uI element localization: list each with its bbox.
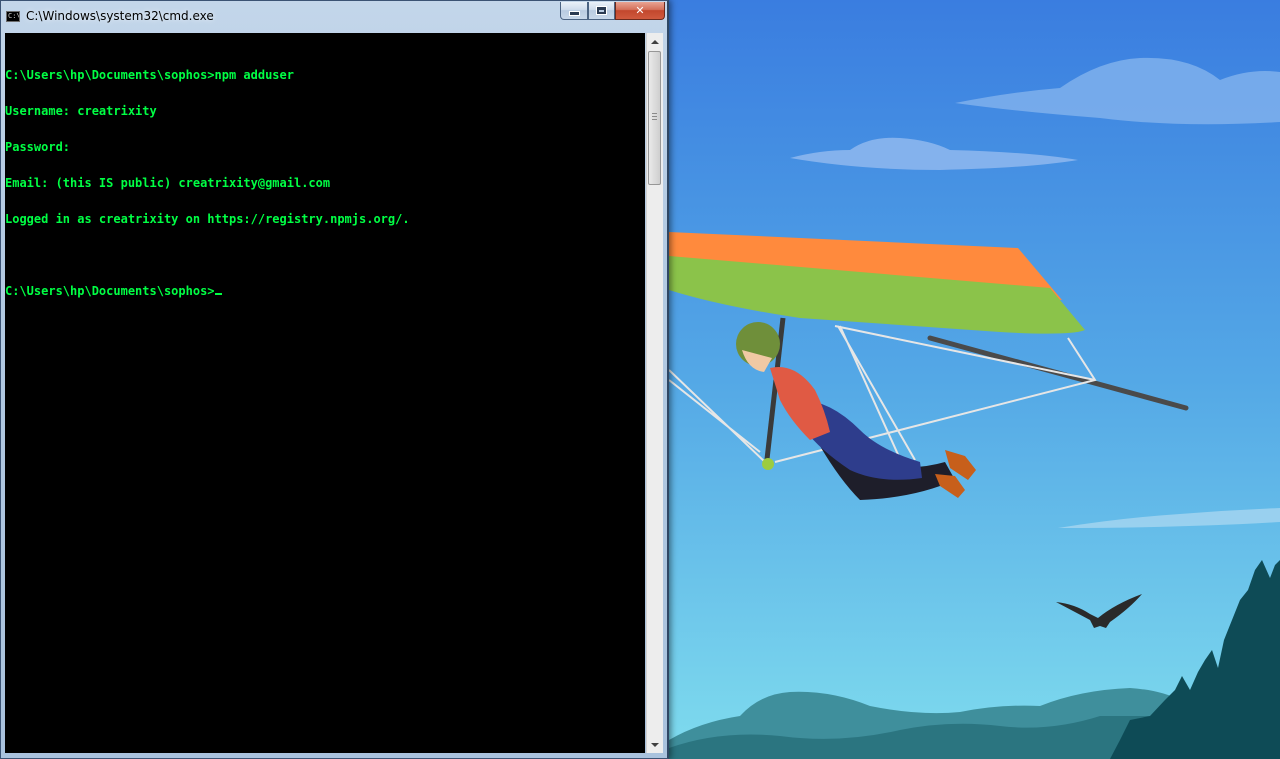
arrow-down-icon: [651, 742, 659, 747]
maximize-button[interactable]: [588, 2, 615, 20]
title-bar[interactable]: C:\ C:\Windows\system32\cmd.exe ✕: [1, 1, 668, 31]
console-line: C:\Users\hp\Documents\sophos>npm adduser: [5, 68, 294, 82]
scroll-thumb[interactable]: [648, 51, 661, 185]
cmd-icon[interactable]: C:\: [6, 11, 20, 22]
console-line: Username: creatrixity: [5, 104, 157, 118]
console-output[interactable]: C:\Users\hp\Documents\sophos>npm adduser…: [5, 33, 645, 753]
close-icon: ✕: [635, 4, 645, 17]
arrow-up-icon: [651, 39, 659, 44]
pilot-hand: [762, 458, 774, 470]
grip-icon: [652, 113, 657, 120]
desktop: C:\ C:\Windows\system32\cmd.exe ✕ C:\Use…: [0, 0, 1280, 759]
scroll-down-button[interactable]: [647, 736, 663, 753]
console-line: Email: (this IS public) creatrixity@gmai…: [5, 176, 331, 190]
scroll-up-button[interactable]: [647, 33, 663, 50]
text-cursor: [214, 293, 222, 295]
console-line: Logged in as creatrixity on https://regi…: [5, 212, 410, 226]
maximize-icon: [596, 6, 607, 15]
window-title: C:\Windows\system32\cmd.exe: [26, 9, 214, 23]
minimize-button[interactable]: [560, 2, 588, 20]
console-line: Password:: [5, 140, 71, 154]
cmd-window: C:\ C:\Windows\system32\cmd.exe ✕ C:\Use…: [0, 0, 669, 759]
close-button[interactable]: ✕: [615, 2, 665, 20]
console-prompt: C:\Users\hp\Documents\sophos>: [5, 284, 215, 298]
minimize-icon: [568, 11, 580, 16]
console-lines: C:\Users\hp\Documents\sophos>npm adduser…: [5, 45, 410, 321]
console-prompt-line[interactable]: C:\Users\hp\Documents\sophos>: [5, 285, 410, 297]
vertical-scrollbar[interactable]: [646, 33, 663, 753]
